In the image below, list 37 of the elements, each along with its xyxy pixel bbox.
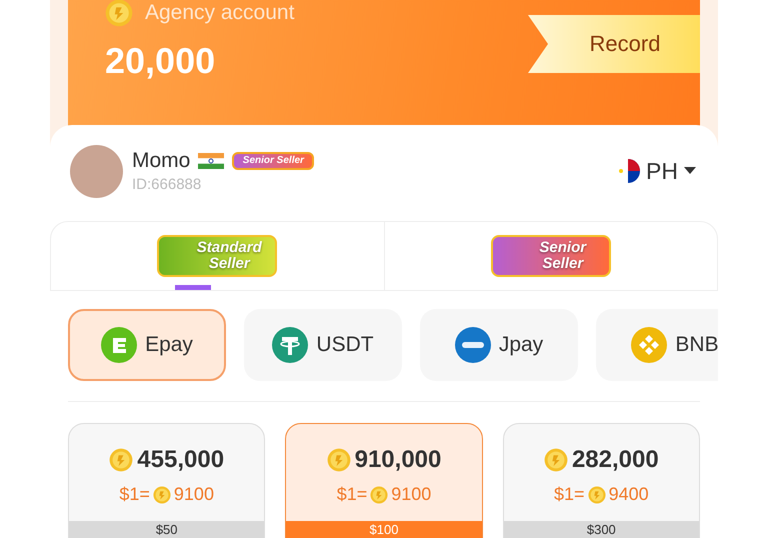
coin-amount: 282,000	[572, 446, 659, 474]
payment-method[interactable]: USDT	[244, 309, 402, 381]
rate-label: $1=	[554, 484, 585, 505]
rate-value: 9100	[174, 484, 214, 505]
diamond-logo-icon	[631, 327, 668, 363]
coin-icon	[326, 448, 351, 472]
package-card[interactable]: 282,000 $1= 9400 $300	[502, 423, 700, 538]
caret-icon	[684, 167, 696, 175]
seller-badge: Senior Seller	[232, 152, 314, 170]
package-price: $300	[504, 521, 699, 538]
package-card[interactable]: 455,000 $1= 9100 $50	[68, 423, 266, 538]
rate-value: 9100	[391, 484, 432, 505]
package-card[interactable]: 910,000 $1= 9100 $100	[285, 423, 483, 538]
package-price: $50	[69, 521, 264, 538]
user-name: Momo	[132, 149, 190, 173]
account-label: Agency account	[145, 1, 294, 25]
user-id: ID:666888	[132, 176, 202, 193]
coin-icon	[105, 0, 133, 27]
coin-icon	[544, 448, 568, 472]
epay-logo-icon	[101, 327, 138, 363]
region-selector[interactable]: PH	[616, 158, 696, 184]
account-balance: 20,000	[105, 40, 216, 82]
payment-method[interactable]: Jpay	[420, 309, 578, 381]
rate-label: $1=	[119, 484, 150, 505]
rate-label: $1=	[336, 484, 368, 505]
rate-value: 9400	[608, 484, 649, 505]
tether-logo-icon	[272, 327, 308, 363]
coin-amount: 455,000	[137, 446, 224, 474]
coin-icon	[109, 448, 134, 472]
coin-icon	[370, 486, 388, 504]
record-button[interactable]: Record	[528, 15, 700, 73]
coin-icon	[152, 486, 171, 504]
payment-method[interactable]: BNB	[596, 309, 718, 381]
payment-method[interactable]: Epay	[68, 309, 226, 381]
package-price: $100	[286, 521, 482, 538]
coin-amount: 910,000	[354, 446, 442, 474]
coin-icon	[588, 486, 606, 504]
